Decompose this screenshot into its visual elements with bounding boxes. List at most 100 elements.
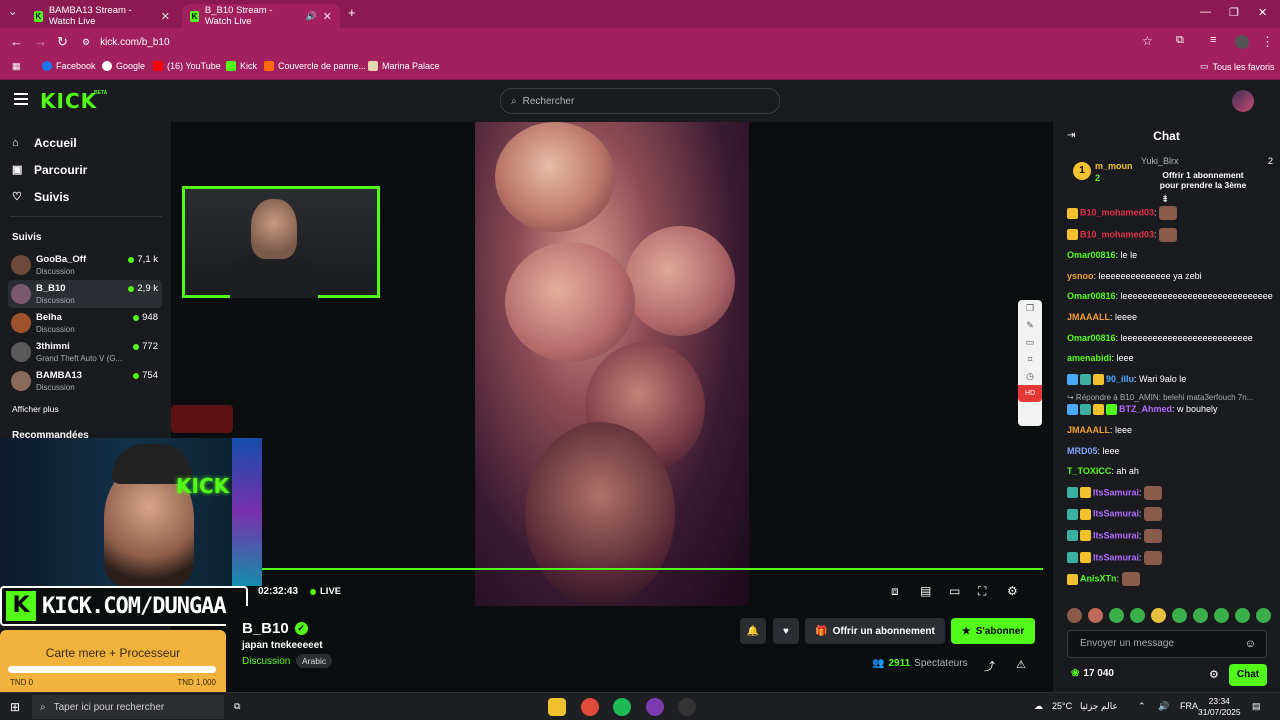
obs-icon[interactable] bbox=[678, 698, 696, 716]
theater-mode-icon[interactable]: ▭ bbox=[949, 584, 960, 598]
share-icon[interactable]: ⤴ bbox=[984, 658, 995, 674]
emote-icon[interactable] bbox=[1172, 608, 1187, 623]
nav-following[interactable]: ♡ Suivis bbox=[12, 190, 69, 204]
badge-icon[interactable] bbox=[1093, 404, 1104, 416]
chat-username[interactable]: JMAAALL bbox=[1067, 312, 1110, 322]
screen-icon[interactable]: ▭ bbox=[1018, 334, 1042, 351]
sidebar-channel-gooba[interactable]: GooBa_Off Discussion 7,1 k bbox=[8, 251, 162, 279]
reply-context[interactable]: ↪ Répondre à B10_AMIN: belehi mata3erfou… bbox=[1067, 393, 1273, 402]
sidebar-channel-belha[interactable]: Belha Discussion 948 bbox=[8, 309, 162, 337]
extensions-icon[interactable]: ⧉ bbox=[1176, 34, 1184, 47]
search-input[interactable]: ⌕ Rechercher bbox=[500, 88, 780, 114]
chat-username[interactable]: 90_illu bbox=[1106, 374, 1134, 384]
chat-username[interactable]: ItsSamurai bbox=[1093, 487, 1139, 497]
badge-icon[interactable] bbox=[1080, 552, 1091, 563]
forward-icon[interactable]: → bbox=[34, 34, 47, 49]
tray-arrow-icon[interactable]: ⌃ bbox=[1138, 701, 1146, 712]
minimize-icon[interactable]: — bbox=[1200, 6, 1211, 18]
chat-username[interactable]: ysnoo bbox=[1067, 271, 1094, 281]
emoji-picker-icon[interactable]: ☺ bbox=[1245, 638, 1256, 650]
chat-username[interactable]: T_TOXICC bbox=[1067, 466, 1111, 476]
taskbar-search[interactable]: ⌕ Taper ici pour rechercher bbox=[32, 695, 224, 719]
badge-icon[interactable] bbox=[1080, 487, 1091, 499]
stream-category[interactable]: Discussion bbox=[242, 656, 290, 667]
user-avatar[interactable] bbox=[1232, 90, 1254, 112]
subscribe-button[interactable]: ★ S'abonner bbox=[951, 618, 1035, 644]
scroll-pause-icon[interactable]: ⇟ bbox=[1161, 194, 1169, 205]
badge-icon[interactable] bbox=[1080, 404, 1091, 416]
bookmark-google[interactable]: Google bbox=[102, 61, 145, 71]
emote-icon[interactable] bbox=[1214, 608, 1229, 623]
video-player[interactable]: 02:32:43 LIVE ⧈ ▤ ▭ ⛶ ⚙ ❐ ✎ ▭ ⌗ ◷ HD bbox=[171, 122, 1053, 606]
emote-icon[interactable] bbox=[1109, 608, 1124, 623]
badge-icon[interactable] bbox=[1067, 508, 1078, 520]
chat-username[interactable]: Omar00816 bbox=[1067, 250, 1116, 260]
notification-bell-button[interactable]: 🔔 bbox=[740, 618, 766, 644]
tab-b-b10[interactable]: K B_B10 Stream - Watch Live 🔊 ✕ bbox=[182, 4, 340, 28]
media-control-icon[interactable]: ≡ bbox=[1210, 34, 1216, 46]
emote-icon[interactable] bbox=[1130, 608, 1145, 623]
emote-icon[interactable] bbox=[1235, 608, 1250, 623]
app-icon[interactable] bbox=[646, 698, 664, 716]
nav-home[interactable]: ⌂ Accueil bbox=[12, 136, 77, 150]
chat-username[interactable]: ItsSamurai bbox=[1093, 552, 1139, 562]
chat-username[interactable]: ItsSamurai bbox=[1093, 530, 1139, 540]
language-tag[interactable]: Arabic bbox=[296, 654, 333, 668]
hamburger-menu-icon[interactable] bbox=[14, 93, 28, 105]
badge-icon[interactable] bbox=[1067, 552, 1078, 563]
profile-avatar-icon[interactable] bbox=[1235, 35, 1249, 49]
sidebar-channel-b-b10[interactable]: B_B10 Discussion 2,9 k bbox=[8, 280, 162, 308]
spotify-icon[interactable] bbox=[613, 698, 631, 716]
badge-icon[interactable] bbox=[1093, 373, 1104, 385]
close-tab-icon[interactable]: ✕ bbox=[161, 10, 170, 23]
badge-icon[interactable] bbox=[1106, 404, 1117, 416]
fullscreen-icon[interactable]: ⛶ bbox=[978, 584, 986, 599]
copy-icon[interactable]: ❐ bbox=[1018, 300, 1042, 317]
chat-username[interactable]: amenabidi bbox=[1067, 353, 1112, 363]
emote-icon[interactable] bbox=[1151, 608, 1166, 623]
close-window-icon[interactable]: ✕ bbox=[1258, 6, 1267, 19]
badge-icon[interactable] bbox=[1080, 373, 1091, 385]
bookmark-marina[interactable]: Marina Palace bbox=[368, 61, 440, 71]
close-tab-icon[interactable]: ✕ bbox=[323, 10, 332, 23]
chat-settings-icon[interactable]: ⚙ bbox=[1209, 668, 1219, 681]
restore-icon[interactable]: ❐ bbox=[1229, 6, 1239, 19]
chat-username[interactable]: B10_mohamed03 bbox=[1080, 207, 1154, 217]
badge-icon[interactable] bbox=[1080, 530, 1091, 542]
gifter-name[interactable]: Yuki_Blrx bbox=[1141, 156, 1179, 166]
chat-username[interactable]: ItsSamurai bbox=[1093, 509, 1139, 519]
tab-bamba13[interactable]: K BAMBA13 Stream - Watch Live ✕ bbox=[26, 4, 178, 28]
chat-username[interactable]: Omar00816 bbox=[1067, 333, 1116, 343]
emote-icon[interactable] bbox=[1256, 608, 1271, 623]
bookmark-facebook[interactable]: Facebook bbox=[42, 61, 96, 71]
site-info-icon[interactable]: ⚙ bbox=[82, 37, 90, 48]
language-indicator[interactable]: FRA bbox=[1180, 701, 1198, 711]
channel-name[interactable]: B_B10 ✓ bbox=[242, 620, 308, 637]
emote-icon[interactable] bbox=[1067, 608, 1082, 623]
bookmark-kick[interactable]: Kick bbox=[226, 61, 257, 71]
chat-send-button[interactable]: Chat bbox=[1229, 664, 1267, 686]
chat-input[interactable]: Envoyer un message ☺ bbox=[1067, 630, 1267, 658]
bookmark-couvercle[interactable]: Couvercle de panne... bbox=[264, 61, 366, 71]
chat-username[interactable]: B10_mohamed03 bbox=[1080, 229, 1154, 239]
badge-icon[interactable] bbox=[1067, 404, 1078, 416]
channel-points[interactable]: ❀ 17 040 bbox=[1071, 668, 1114, 679]
menu-dots-icon[interactable]: ⋮ bbox=[1261, 34, 1274, 50]
sidebar-channel-3thimni[interactable]: 3thimni Grand Theft Auto V (G... 772 bbox=[8, 338, 162, 366]
chat-username[interactable]: JMAAALL bbox=[1067, 425, 1110, 435]
gift-prompt[interactable]: Offrir 1 abonnement pour prendre la 3ème bbox=[1153, 170, 1253, 190]
chat-username[interactable]: AnisXTn bbox=[1080, 573, 1117, 583]
show-more-link[interactable]: Afficher plus bbox=[12, 404, 59, 414]
sidebar-channel-bamba13[interactable]: BAMBA13 Discussion 754 bbox=[8, 367, 162, 395]
follow-heart-button[interactable]: ♥ bbox=[773, 618, 799, 644]
chat-username[interactable]: MRD05 bbox=[1067, 446, 1098, 456]
badge-icon[interactable] bbox=[1080, 508, 1091, 520]
speaker-icon[interactable]: 🔊 bbox=[306, 11, 317, 22]
settings-gear-icon[interactable]: ⚙ bbox=[1007, 584, 1018, 598]
crop-icon[interactable]: ⌗ bbox=[1018, 351, 1042, 368]
bookmark-youtube[interactable]: (16) YouTube bbox=[153, 61, 221, 71]
gift-subscription-button[interactable]: 🎁 Offrir un abonnement bbox=[805, 618, 945, 644]
timer-icon[interactable]: ◷ bbox=[1018, 368, 1042, 385]
emote-icon[interactable] bbox=[1193, 608, 1208, 623]
emote-icon[interactable] bbox=[1088, 608, 1103, 623]
